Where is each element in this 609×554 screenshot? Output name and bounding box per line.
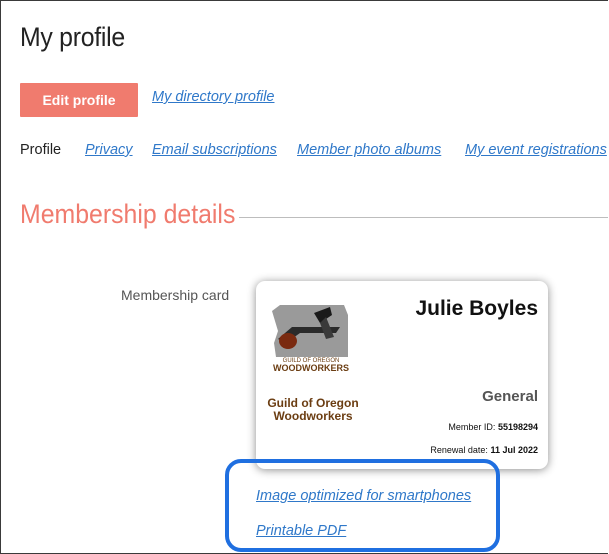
- member-id-label: Member ID:: [448, 422, 496, 432]
- section-title: Membership details: [20, 199, 236, 229]
- membership-card: GUILD OF OREGON WOODWORKERS Guild of Ore…: [256, 281, 548, 469]
- directory-profile-link[interactable]: My directory profile: [152, 89, 274, 105]
- renewal-date-label: Renewal date:: [430, 445, 488, 455]
- tab-my-event-registrations[interactable]: My event registrations: [465, 142, 607, 158]
- tab-profile: Profile: [20, 142, 62, 158]
- page-title: My profile: [20, 22, 125, 52]
- membership-level: General: [482, 388, 538, 405]
- renewal-date-value: 11 Jul 2022: [490, 445, 538, 455]
- tab-privacy[interactable]: Privacy: [85, 142, 133, 158]
- member-id-value: 55198294: [497, 422, 538, 432]
- org-name: Guild of Oregon Woodworkers: [267, 396, 359, 423]
- tab-email-subscriptions[interactable]: Email subscriptions: [152, 142, 277, 158]
- logo-text-line2: WOODWORKERS: [273, 363, 349, 373]
- section-divider: [239, 217, 608, 218]
- guild-logo: GUILD OF OREGON WOODWORKERS: [272, 305, 350, 373]
- smartphone-image-link[interactable]: Image optimized for smartphones: [256, 488, 471, 504]
- printable-pdf-link[interactable]: Printable PDF: [256, 523, 346, 539]
- member-id: Member ID: 55198294: [448, 422, 538, 432]
- profile-page: My profile Edit profile My directory pro…: [0, 0, 608, 554]
- renewal-date: Renewal date: 11 Jul 2022: [430, 445, 538, 455]
- member-name: Julie Boyles: [415, 297, 538, 320]
- membership-card-label: Membership card: [121, 287, 230, 303]
- tab-member-photo-albums[interactable]: Member photo albums: [297, 142, 441, 158]
- edit-profile-button[interactable]: Edit profile: [20, 83, 138, 117]
